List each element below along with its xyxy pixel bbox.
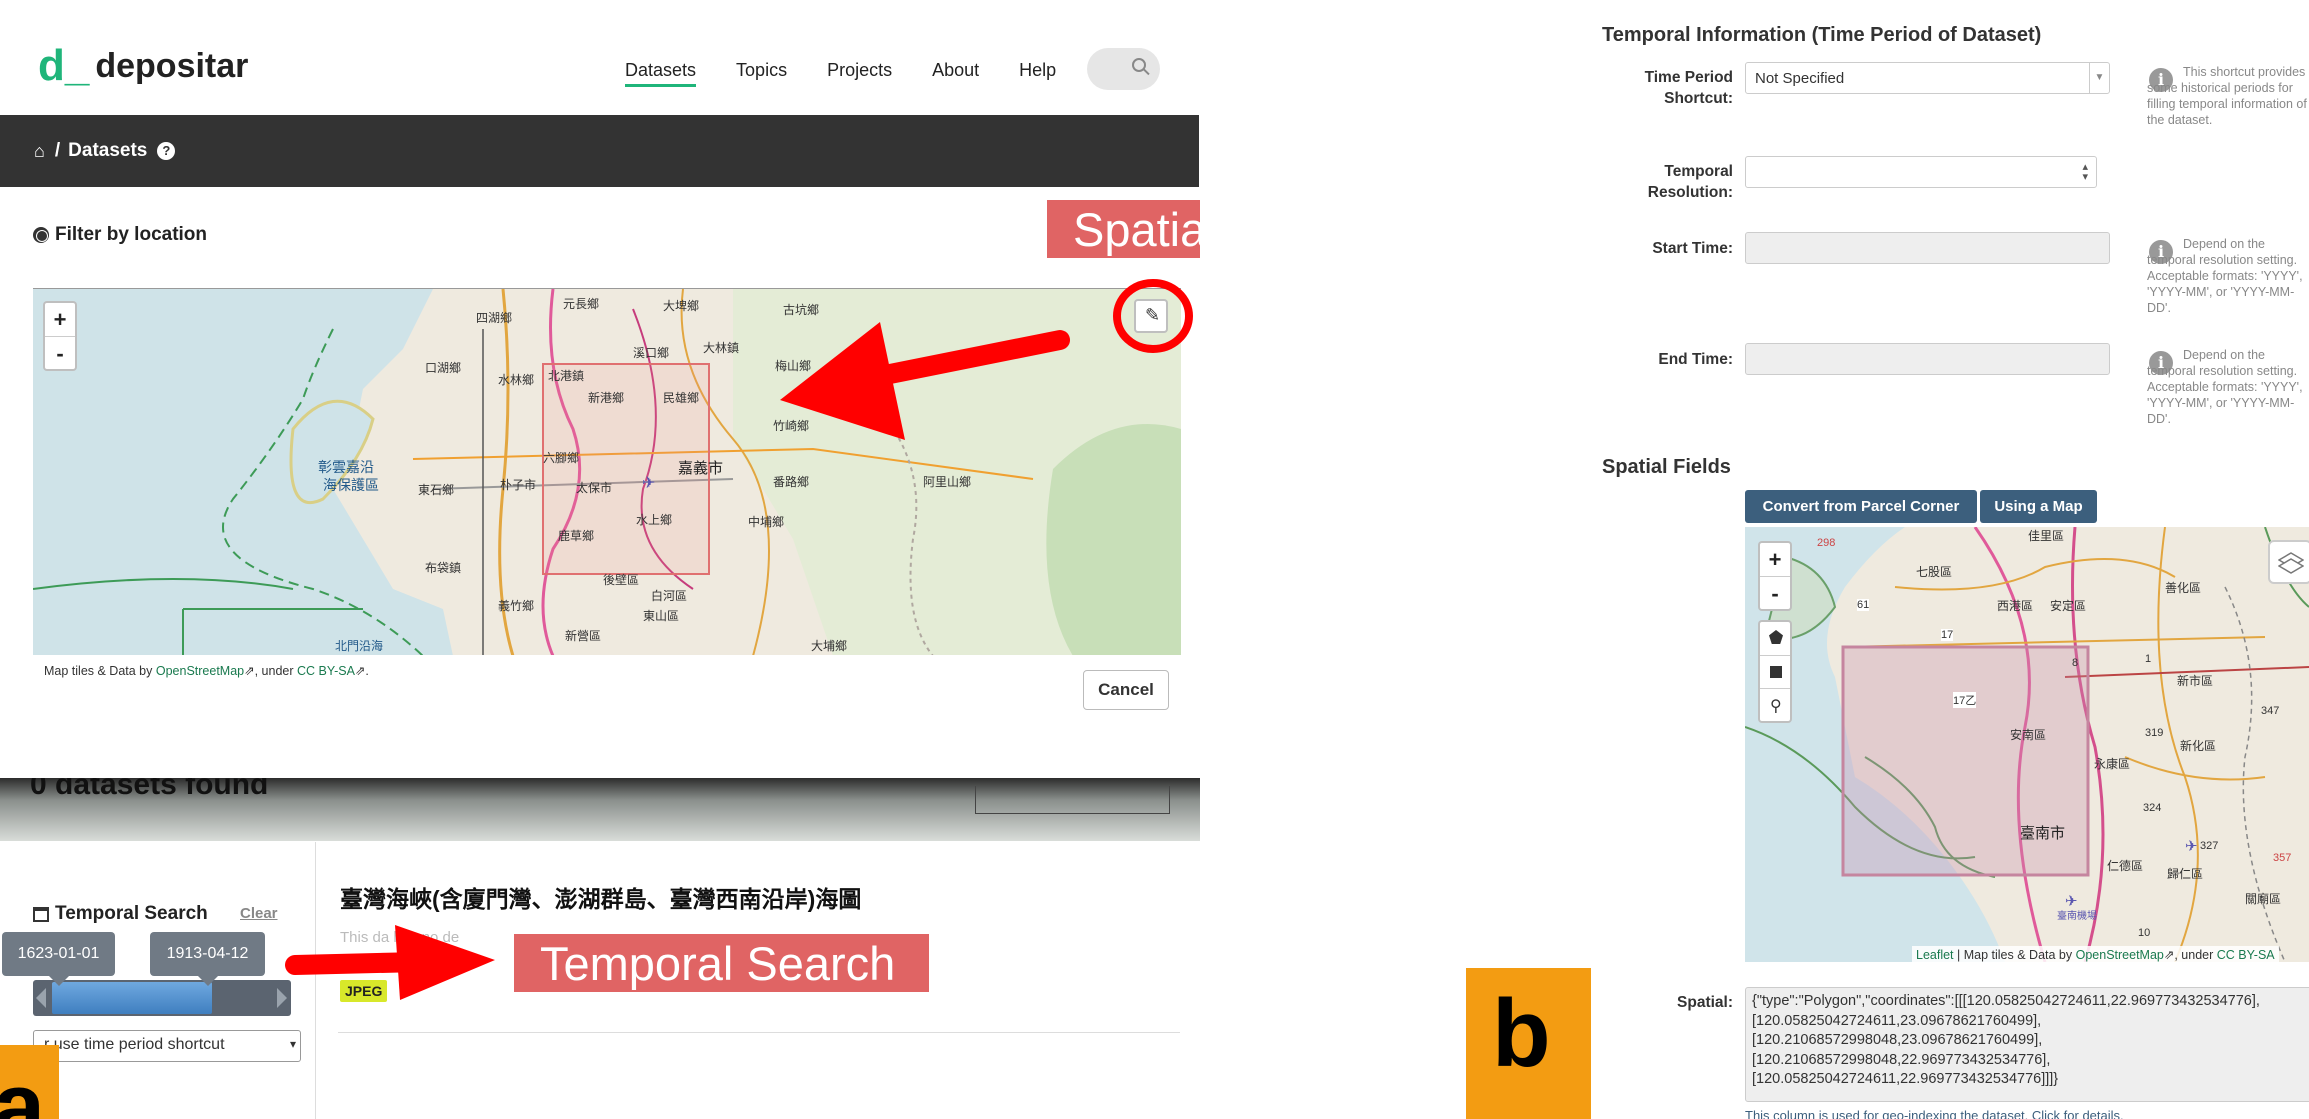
annotation-arrows	[285, 279, 1193, 1000]
attribution-under: , under	[2174, 948, 2214, 962]
airport-icon: ✈	[2185, 838, 2198, 855]
map-place-label: 關廟區	[2245, 892, 2282, 906]
draw-marker-button[interactable]: ⚲	[1760, 688, 1790, 721]
road-label: 1	[2145, 653, 2152, 665]
start-time-help: i Depend on the temporal resolution sett…	[2147, 236, 2309, 321]
layers-button[interactable]	[2268, 540, 2309, 584]
start-time-input[interactable]	[1745, 232, 2110, 264]
map-place-label: 歸仁區	[2167, 867, 2204, 881]
map-place-label: 安定區	[2050, 599, 2087, 613]
road-label: 357	[2273, 852, 2292, 864]
road-label: 17乙	[1953, 692, 1977, 708]
temporal-resolution-select[interactable]: ▴ ▾	[1745, 156, 2097, 188]
polygon-icon	[1769, 630, 1783, 644]
road-label: 298	[1817, 537, 1836, 549]
time-period-shortcut-value: Not Specified	[1755, 70, 1845, 87]
road-label: 17	[1941, 629, 1954, 641]
map-place-label: 西港區	[1997, 599, 2034, 613]
geojson-line: [120.05825042724611,22.969773432534776]]…	[1752, 1071, 2059, 1087]
spatial-label: Spatial:	[1677, 994, 1733, 1011]
end-time-help-text: Depend on the temporal resolution settin…	[2147, 348, 2303, 426]
end-time-input[interactable]	[1745, 343, 2110, 375]
license-link[interactable]: CC BY-SA	[2217, 948, 2275, 962]
map-tiles	[1745, 527, 2309, 962]
start-time-label: Start Time:	[1652, 240, 1733, 257]
panel-badge-a: a	[0, 1045, 59, 1119]
spatial-arrow-shaft	[860, 330, 1070, 388]
panel-b-dataset-form: Temporal Information (Time Period of Dat…	[1200, 0, 2309, 1119]
spatial-footnote-link[interactable]: This column is used for geo-indexing the…	[1745, 1108, 2124, 1119]
convert-parcel-corner-button[interactable]: Convert from Parcel Corner	[1745, 490, 1977, 523]
road-label: 324	[2143, 802, 2162, 814]
temporal-information-heading: Temporal Information (Time Period of Dat…	[1602, 24, 2042, 46]
time-period-shortcut-select[interactable]: Not Specified ▼	[1745, 62, 2110, 94]
road-label: 347	[2261, 705, 2280, 717]
airport-icon: ✈	[2065, 893, 2078, 910]
panel-a-dataset-search: d_ depositar Datasets Topics Projects Ab…	[0, 0, 1200, 1119]
osm-link[interactable]: OpenStreetMap	[2076, 948, 2164, 962]
label-line: Shortcut:	[1664, 90, 1733, 107]
road-label: 10	[2138, 927, 2151, 939]
draw-polygon-button[interactable]	[1760, 622, 1790, 655]
road-label: 319	[2145, 727, 2164, 739]
draw-toolbar: ⚲	[1758, 620, 1792, 723]
map-attribution: Leaflet | Map tiles & Data by OpenStreet…	[1912, 946, 2279, 963]
updown-icon: ▴ ▾	[2082, 161, 2088, 183]
map-place-label: 七股區	[1916, 565, 1953, 579]
map-place-label: 佳里區	[2028, 529, 2065, 543]
geojson-line: [120.21068572998048,23.09678621760499],	[1752, 1032, 2043, 1048]
leaflet-link[interactable]: Leaflet	[1916, 948, 1954, 962]
spatial-field-map[interactable]: 298 61 17 17乙 8 1 319 324 327 347 357 10…	[1745, 527, 2309, 962]
external-link-icon: ⇗	[2163, 948, 2175, 962]
spatial-fields-heading: Spatial Fields	[1602, 456, 1731, 478]
temporal-resolution-label: Temporal Resolution:	[1598, 161, 1733, 203]
zoom-out-button[interactable]: -	[1760, 576, 1790, 609]
highlight-circle	[1113, 279, 1193, 353]
panel-badge-b-letter: b	[1492, 980, 1551, 1087]
rectangle-icon	[1770, 666, 1782, 678]
temporal-arrow-head	[395, 925, 495, 1000]
attribution-mid: | Map tiles & Data by	[1957, 948, 2073, 962]
panel-badge-a-letter: a	[0, 1053, 46, 1119]
geojson-line: {"type":"Polygon","coordinates":[[[120.0…	[1752, 993, 2260, 1009]
draw-rectangle-button[interactable]	[1760, 655, 1790, 688]
end-time-help: i Depend on the temporal resolution sett…	[2147, 347, 2309, 432]
map-zoom-control: + -	[1758, 541, 1792, 611]
time-period-shortcut-help: i This shortcut provides some historical…	[2147, 64, 2309, 134]
using-a-map-button[interactable]: Using a Map	[1980, 490, 2097, 523]
geojson-line: [120.05825042724611,23.09678621760499],	[1752, 1012, 2042, 1029]
map-place-label: 仁德區	[2107, 859, 2144, 873]
zoom-in-button[interactable]: +	[1760, 543, 1790, 576]
geojson-line: [120.21068572998048,22.969773432534776],	[1752, 1051, 2051, 1068]
map-place-label: 臺南市	[2020, 825, 2066, 842]
map-place-label: 善化區	[2165, 581, 2202, 595]
map-place-label: 安南區	[2010, 728, 2047, 742]
label-line: Time Period	[1644, 69, 1733, 86]
label-line: Resolution:	[1647, 184, 1733, 201]
map-place-label: 新化區	[2180, 739, 2217, 753]
time-period-shortcut-label: Time Period Shortcut:	[1598, 67, 1733, 109]
map-place-label: 永康區	[2094, 757, 2131, 771]
layers-icon	[2278, 552, 2304, 574]
panel-badge-b: b	[1466, 968, 1591, 1119]
spatial-arrow-head	[780, 322, 905, 440]
road-label: 61	[1857, 599, 1870, 611]
spatial-geojson-textarea[interactable]: {"type":"Polygon","coordinates":[[[120.0…	[1745, 987, 2309, 1102]
road-label: 327	[2200, 840, 2219, 852]
label-line: Temporal	[1664, 163, 1733, 180]
chevron-down-icon: ▼	[2089, 63, 2109, 93]
map-place-label: 新市區	[2177, 674, 2214, 688]
start-time-help-text: Depend on the temporal resolution settin…	[2147, 237, 2303, 315]
end-time-label: End Time:	[1658, 351, 1733, 368]
road-label: 8	[2072, 657, 2079, 669]
time-period-shortcut-help-text: This shortcut provides some historical p…	[2147, 65, 2307, 127]
marker-icon: ⚲	[1770, 698, 1782, 715]
